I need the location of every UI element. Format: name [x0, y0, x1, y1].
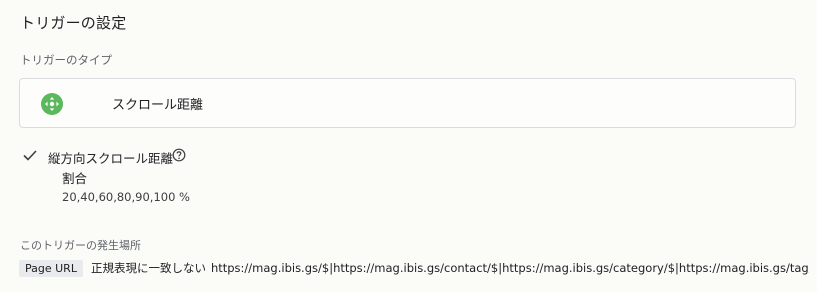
- help-circle-icon[interactable]: [172, 148, 186, 162]
- checkmark-icon: [23, 150, 37, 161]
- condition-title: 縦方向スクロール距離: [48, 151, 174, 166]
- firing-section-label: このトリガーの発生場所: [20, 239, 141, 252]
- scroll-move-icon: [41, 93, 63, 115]
- condition-sub-label: 割合: [62, 171, 88, 186]
- trigger-type-name: スクロール距離: [112, 98, 204, 113]
- trigger-type-card[interactable]: スクロール距離: [19, 78, 796, 128]
- filter-value: https://mag.ibis.gs/$|https://mag.ibis.g…: [210, 261, 809, 275]
- condition-sub-value: 20,40,60,80,90,100 %: [62, 190, 190, 204]
- panel-title: トリガーの設定: [20, 14, 127, 32]
- trigger-type-section-label: トリガーのタイプ: [20, 53, 112, 67]
- variable-chip: Page URL: [19, 259, 83, 277]
- filter-operator: 正規表現に一致しない: [90, 261, 206, 275]
- firing-filter-row: Page URL 正規表現に一致しない https://mag.ibis.gs/…: [19, 258, 809, 278]
